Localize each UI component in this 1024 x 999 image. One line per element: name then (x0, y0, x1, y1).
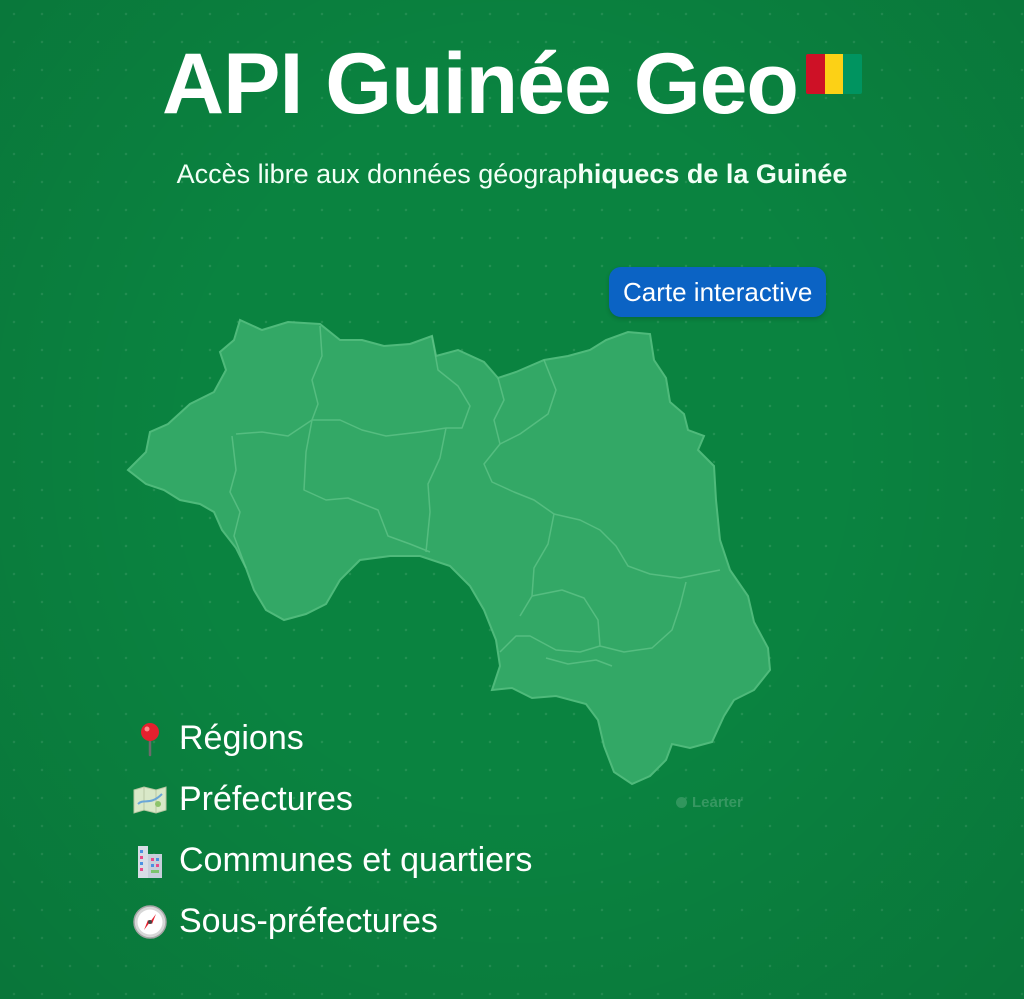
interactive-map-button-label: Carte interactive (623, 276, 813, 307)
buildings-icon (130, 841, 170, 881)
pin-icon (130, 719, 170, 759)
watermark-logo-icon (676, 797, 687, 808)
feature-label-regions: Régions (179, 719, 304, 757)
feature-label-prefectures: Préfectures (179, 780, 353, 818)
feature-label-communes: Communes et quartiers (179, 841, 533, 879)
feature-item-regions: Régions (130, 708, 532, 769)
feature-item-prefectures: Préfectures (130, 769, 532, 830)
map-icon (130, 780, 170, 820)
compass-icon (130, 902, 170, 942)
feature-list: Régions Préfectures Communes et quartier… (130, 708, 532, 952)
interactive-map-button[interactable]: Carte interactive (609, 267, 827, 317)
feature-label-sous-prefectures: Sous-préfectures (179, 902, 438, 940)
feature-item-sous-prefectures: Sous-préfectures (130, 891, 532, 952)
watermark: Learter (676, 794, 743, 811)
feature-item-communes: Communes et quartiers (130, 830, 532, 891)
watermark-text: Learter (692, 794, 743, 811)
